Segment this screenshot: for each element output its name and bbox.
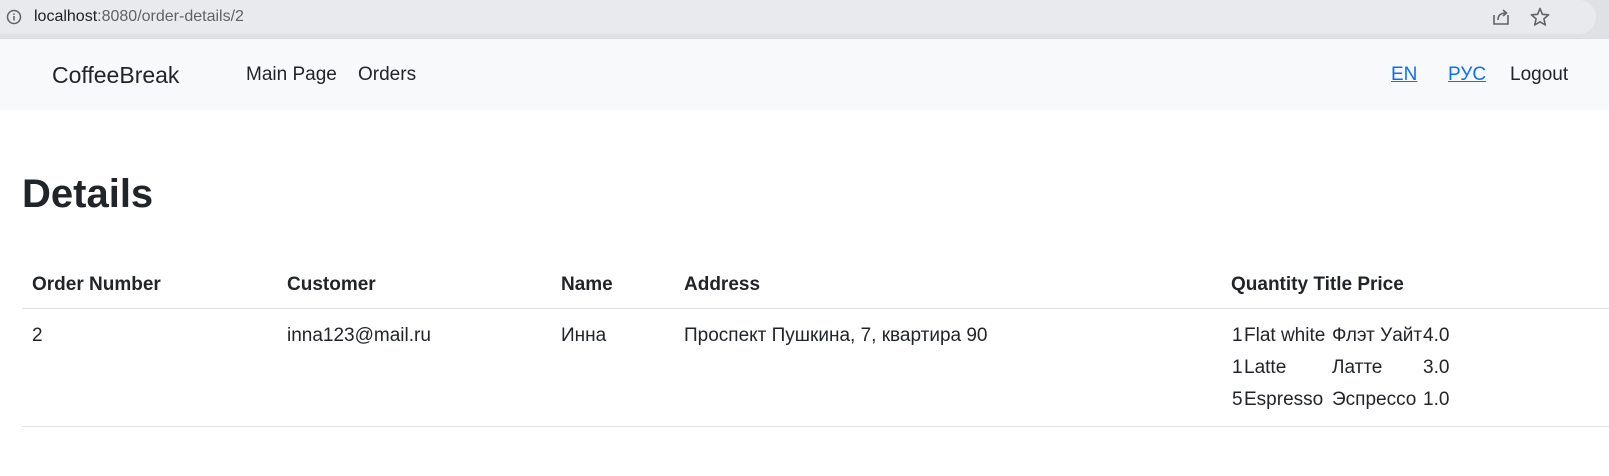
cell-customer: inna123@mail.ru [287,325,431,346]
url-host: localhost [34,8,98,25]
header-name: Name [561,274,613,295]
item-price: 1.0 [1423,389,1450,410]
header-customer: Customer [287,274,376,295]
header-address: Address [684,274,761,295]
header-divider [22,308,1609,309]
logout-link[interactable]: Logout [1510,63,1568,87]
url-text[interactable]: localhost:8080/order-details/2 [34,7,244,27]
item-title-en: Flat white [1244,325,1326,346]
nav-orders[interactable]: Orders [358,63,416,87]
item-price: 4.0 [1423,325,1450,346]
navbar: CoffeeBreak Main Page Orders EN РУС Logo… [0,38,1609,110]
lang-en-link[interactable]: EN [1391,63,1417,87]
header-order-number: Order Number [32,274,161,295]
browser-address-bar: localhost:8080/order-details/2 [0,0,1609,38]
item-title-ru: Эспрессо [1332,389,1417,410]
item-title-en: Latte [1244,357,1287,378]
header-items: Quantity Title Price [1231,274,1404,295]
lang-ru-link[interactable]: РУС [1448,63,1486,87]
item-price: 3.0 [1423,357,1450,378]
cell-name: Инна [561,325,607,346]
item-quantity: 1 [1232,357,1243,378]
bookmark-star-icon[interactable] [1529,6,1551,28]
item-title-ru: Латте [1332,357,1383,378]
nav-main-page[interactable]: Main Page [246,63,337,87]
item-quantity: 1 [1232,325,1243,346]
url-path: :8080/order-details/2 [97,8,244,25]
share-icon[interactable] [1490,6,1512,28]
item-quantity: 5 [1232,389,1243,410]
item-title-en: Espresso [1244,389,1324,410]
cell-order-number: 2 [32,325,43,346]
cell-address: Проспект Пушкина, 7, квартира 90 [684,325,988,346]
item-title-ru: Флэт Уайт [1332,325,1423,346]
page-title: Details [22,172,154,216]
brand-link[interactable]: CoffeeBreak [52,61,179,89]
row-divider [22,426,1609,427]
site-info-icon[interactable] [6,9,22,25]
